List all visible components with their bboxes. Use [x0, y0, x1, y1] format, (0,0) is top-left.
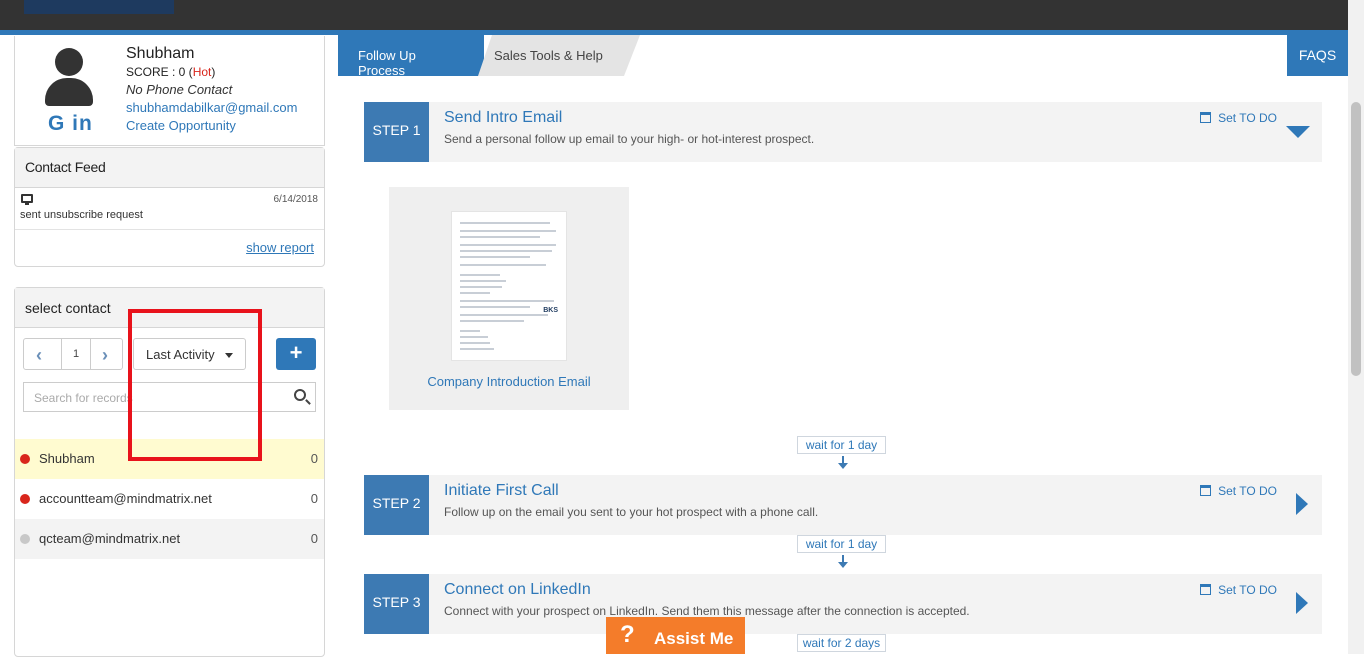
tab-follow-up-process[interactable]: Follow Up Process: [338, 35, 484, 78]
page-scrollbar[interactable]: [1348, 0, 1364, 654]
search-placeholder: Search for records: [34, 391, 133, 405]
step-description: Connect with your prospect on LinkedIn. …: [444, 604, 970, 618]
add-contact-button[interactable]: +: [276, 338, 316, 370]
score-status: Hot: [192, 65, 212, 79]
create-opportunity-link[interactable]: Create Opportunity: [126, 118, 236, 133]
set-todo-button[interactable]: Set TO DO: [1200, 484, 1277, 498]
monitor-icon: [21, 194, 33, 205]
email-template-thumbnail[interactable]: BKS: [451, 211, 567, 361]
company-logo: BKS: [543, 307, 558, 314]
expand-arrow-icon[interactable]: [1296, 592, 1308, 614]
step-badge: STEP 2: [364, 475, 429, 535]
set-todo-button[interactable]: Set TO DO: [1200, 583, 1277, 597]
set-todo-button[interactable]: Set TO DO: [1200, 111, 1277, 125]
contact-row[interactable]: qcteam@mindmatrix.net 0: [15, 519, 324, 559]
step-2-header[interactable]: STEP 2 Initiate First Call Follow up on …: [364, 475, 1322, 535]
status-dot-icon: [20, 454, 30, 464]
page-number[interactable]: 1: [61, 339, 91, 369]
contact-email-link[interactable]: shubhamdabilkar@gmail.com: [126, 100, 297, 115]
status-dot-icon: [20, 494, 30, 504]
down-arrow-icon: [838, 456, 848, 469]
contact-profile-card: G in Shubham SCORE : 0 (Hot) No Phone Co…: [14, 36, 325, 146]
step-3-header[interactable]: STEP 3 Connect on LinkedIn Connect with …: [364, 574, 1322, 634]
annotation-highlight-box: [128, 309, 262, 461]
feed-item-date: 6/14/2018: [273, 194, 319, 205]
contact-row-name: accountteam@mindmatrix.net: [39, 491, 212, 506]
step-title[interactable]: Connect on LinkedIn: [444, 581, 591, 599]
email-template-caption[interactable]: Company Introduction Email: [389, 374, 629, 389]
brand-logo[interactable]: [24, 0, 174, 14]
step-title[interactable]: Send Intro Email: [444, 109, 562, 127]
collapse-arrow-icon[interactable]: [1286, 126, 1310, 138]
step-description: Send a personal follow up email to your …: [444, 132, 815, 146]
step-badge: STEP 3: [364, 574, 429, 634]
show-report-link[interactable]: show report: [246, 240, 314, 255]
expand-arrow-icon[interactable]: [1296, 493, 1308, 515]
contact-row-count: 0: [310, 531, 318, 546]
contact-feed-title: Contact Feed: [15, 148, 324, 188]
contact-name: Shubham: [126, 45, 195, 62]
contact-row-name: Shubham: [39, 451, 95, 466]
top-header-bar: [0, 0, 1364, 30]
pagination: ‹ 1 ›: [23, 338, 123, 370]
feed-item-text: sent unsubscribe request: [20, 209, 143, 221]
contact-row-count: 0: [310, 451, 318, 466]
assist-me-label: Assist Me: [654, 629, 734, 648]
calendar-icon: [1200, 112, 1212, 123]
step-description: Follow up on the email you sent to your …: [444, 505, 819, 519]
chevron-left-icon[interactable]: ‹: [36, 345, 42, 366]
contact-phone: No Phone Contact: [126, 82, 233, 97]
help-icon: ?: [620, 621, 635, 648]
step-1-header[interactable]: STEP 1 Send Intro Email Send a personal …: [364, 102, 1322, 162]
avatar-icon: [45, 48, 93, 106]
calendar-icon: [1200, 485, 1212, 496]
wait-label: wait for 1 day: [797, 535, 886, 553]
contact-row-count: 0: [310, 491, 318, 506]
wait-label: wait for 1 day: [797, 436, 886, 454]
search-icon[interactable]: [294, 389, 306, 401]
chevron-right-icon[interactable]: ›: [102, 345, 108, 366]
calendar-icon: [1200, 584, 1212, 595]
assist-me-button[interactable]: ? Assist Me: [606, 617, 745, 654]
contact-row[interactable]: accountteam@mindmatrix.net 0: [15, 479, 324, 519]
tab-sales-tools-help[interactable]: Sales Tools & Help: [478, 35, 640, 76]
status-dot-icon: [20, 534, 30, 544]
wait-label: wait for 2 days: [797, 634, 886, 652]
email-template-card[interactable]: BKS Company Introduction Email: [389, 187, 629, 410]
step-badge: STEP 1: [364, 102, 429, 162]
scrollbar-thumb[interactable]: [1351, 102, 1361, 376]
google-linkedin-icons[interactable]: G in: [48, 112, 93, 136]
step-title[interactable]: Initiate First Call: [444, 482, 559, 500]
divider: [15, 229, 324, 230]
down-arrow-icon: [838, 555, 848, 568]
contact-score: SCORE : 0 (Hot): [126, 65, 216, 79]
contact-feed-panel: Contact Feed 6/14/2018 sent unsubscribe …: [14, 147, 325, 267]
faqs-button[interactable]: FAQS: [1287, 35, 1348, 76]
contact-row-name: qcteam@mindmatrix.net: [39, 531, 181, 546]
tab-bar: Follow Up Process Sales Tools & Help FAQ…: [338, 35, 1348, 78]
